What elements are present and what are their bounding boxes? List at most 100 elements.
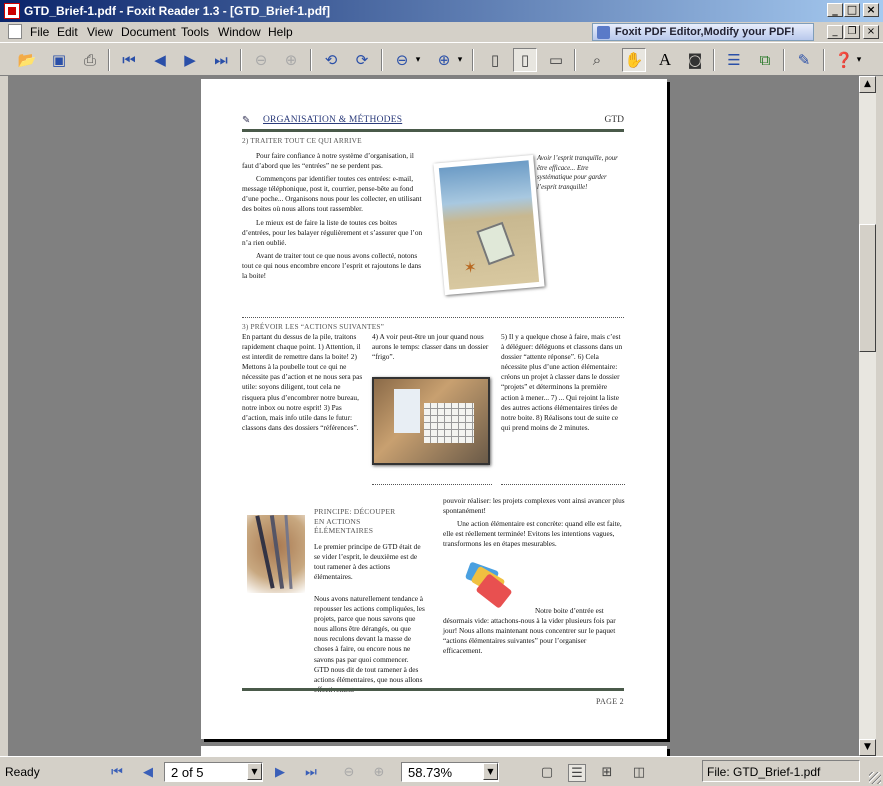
paragraph: Nous avons naturellement tendance à repo… [314, 594, 425, 694]
paragraph: Avant de traiter tout ce que nous avons … [242, 250, 422, 281]
principle-text: Le premier principe de GTD était de se v… [314, 542, 421, 582]
save-icon[interactable]: ▣ [47, 48, 71, 72]
zoom-in-icon[interactable]: ⊕ [432, 48, 456, 72]
zoom-combo[interactable]: 58.73% ▼ [401, 762, 499, 782]
last-page-icon[interactable]: ⏭ [209, 48, 233, 72]
paragraph: Notre boite d’entrée est désormais vide:… [443, 606, 616, 656]
menu-tools[interactable]: Tools [181, 25, 209, 39]
window-title: GTD_Brief-1.pdf - Foxit Reader 1.3 - [GT… [24, 4, 331, 18]
last-page-icon[interactable]: ⏭ [302, 764, 320, 782]
doc-close-button[interactable]: × [863, 25, 879, 39]
scroll-down-icon[interactable]: ▼ [859, 739, 876, 756]
actual-size-icon[interactable]: ▯ [483, 48, 507, 72]
separator [240, 49, 242, 71]
heading-principe: PRINCIPE: DÉCOUPER EN ACTIONS ÉLÉMENTAIR… [314, 507, 396, 535]
annotate-icon[interactable]: ✎ [792, 48, 816, 72]
help-icon[interactable]: ❓ [832, 48, 856, 72]
separator [472, 49, 474, 71]
page-header: ✎ ORGANISATION & MÉTHODES GTD [242, 111, 624, 131]
fit-width-icon[interactable]: ▭ [544, 48, 568, 72]
single-page-icon[interactable]: ▢ [538, 764, 556, 782]
next-page-icon[interactable]: ▶ [178, 48, 202, 72]
heading-prevoir: 3) PRÉVOIR LES “ACTIONS SUIVANTES” [242, 322, 385, 331]
toolbar: 📂 ▣ ⎙ ⏮ ◀ ▶ ⏭ ⊖ ⊕ ⟲ ⟳ ⊖ ▾ ⊕ ▾ ▯ ▯ ▭ ⌕ ✋ … [0, 42, 883, 76]
hand-icon[interactable]: ✋ [622, 48, 646, 72]
doc-restore-button[interactable]: ❐ [844, 25, 860, 39]
help-dropdown-icon[interactable]: ▾ [854, 48, 864, 72]
menu-document[interactable]: Document [121, 25, 176, 39]
notepad-image [394, 389, 420, 433]
ad-banner[interactable]: Foxit PDF Editor,Modify your PDF! [592, 23, 814, 41]
divider [501, 484, 625, 485]
menu-window[interactable]: Window [218, 25, 261, 39]
starfish-icon: ✶ [462, 259, 478, 278]
continuous-facing-icon[interactable]: ◫ [630, 764, 648, 782]
menu-view[interactable]: View [87, 25, 113, 39]
prev-page-icon[interactable]: ◀ [139, 764, 157, 782]
pda-image [476, 221, 515, 266]
menu-edit[interactable]: Edit [57, 25, 78, 39]
zoom-out-dropdown-icon[interactable]: ▾ [413, 48, 423, 72]
rotate-left-icon[interactable]: ⟲ [319, 48, 343, 72]
divider [372, 484, 492, 485]
calendar-photo [372, 377, 490, 465]
paragraph: Une action élémentaire est concrète: qua… [443, 519, 622, 549]
zoom-in-dropdown-icon[interactable]: ▾ [455, 48, 465, 72]
select-text-icon[interactable]: A [653, 48, 677, 72]
close-button[interactable]: × [863, 3, 879, 17]
prev-page-icon[interactable]: ◀ [148, 48, 172, 72]
section-title: ORGANISATION & MÉTHODES [263, 115, 403, 125]
separator [823, 49, 825, 71]
facing-icon[interactable]: ⊞ [598, 764, 616, 782]
beach-image: ✶ [438, 160, 540, 290]
forward-icon[interactable]: ⊕ [279, 48, 303, 72]
maximize-button[interactable]: □ [844, 3, 860, 17]
pen-icon: ✎ [242, 115, 251, 126]
zoom-out-icon[interactable]: ⊖ [390, 48, 414, 72]
open-icon[interactable]: 📂 [15, 48, 39, 72]
calendar-image [374, 379, 488, 463]
back-icon[interactable]: ⊖ [249, 48, 273, 72]
doc-minimize-button[interactable]: _ [827, 25, 843, 39]
snapshot-icon[interactable]: ◙ [683, 48, 707, 72]
chevron-down-icon[interactable]: ▼ [247, 763, 262, 780]
thumbnails-icon[interactable]: ⧉ [753, 48, 777, 72]
print-icon[interactable]: ⎙ [78, 48, 102, 72]
status-text: Ready [5, 765, 40, 779]
menu-help[interactable]: Help [268, 25, 293, 39]
rotate-right-icon[interactable]: ⟳ [350, 48, 374, 72]
header-rule [242, 129, 624, 132]
minimize-button[interactable]: _ [827, 3, 843, 17]
scroll-thumb[interactable] [859, 224, 876, 352]
find-icon[interactable]: ⌕ [585, 48, 609, 72]
pdf-page: ✎ ORGANISATION & MÉTHODES GTD 2) TRAITER… [201, 79, 667, 739]
heading-traiter: 2) TRAITER TOUT CE QUI ARRIVE [242, 136, 362, 145]
separator [783, 49, 785, 71]
continuous-icon[interactable]: ☰ [568, 764, 586, 782]
chevron-down-icon[interactable]: ▼ [483, 763, 498, 780]
fit-page-icon[interactable]: ▯ [513, 48, 537, 72]
first-page-icon[interactable]: ⏮ [108, 764, 126, 782]
separator [310, 49, 312, 71]
bookmarks-icon[interactable]: ☰ [722, 48, 746, 72]
quote-text: Avoir l’esprit tranquille, pour être eff… [537, 155, 618, 191]
ad-text: Foxit PDF Editor,Modify your PDF! [615, 26, 795, 38]
paragraph: Le mieux est de faire la liste de toutes… [242, 217, 423, 247]
separator [108, 49, 110, 71]
first-page-icon[interactable]: ⏮ [117, 48, 141, 72]
page-number-combo[interactable]: 2 of 5 ▼ [164, 762, 263, 782]
page-number: PAGE 2 [596, 697, 624, 706]
scroll-up-icon[interactable]: ▲ [859, 76, 876, 93]
back-icon[interactable]: ⊖ [340, 764, 358, 782]
resize-grip[interactable] [869, 772, 881, 784]
paragraph: Commençons par identifier toutes ces ent… [242, 174, 422, 214]
document-canvas[interactable]: ✎ ORGANISATION & MÉTHODES GTD 2) TRAITER… [8, 76, 859, 756]
menu-file[interactable]: File [30, 25, 49, 39]
next-pdf-page [201, 746, 667, 756]
forward-icon[interactable]: ⊕ [370, 764, 388, 782]
file-name-box: File: GTD_Brief-1.pdf [702, 760, 860, 782]
calendar-grid-image [424, 403, 474, 443]
next-page-icon[interactable]: ▶ [271, 764, 289, 782]
vertical-scrollbar[interactable]: ▲ ▼ [859, 76, 876, 756]
divider [242, 317, 624, 318]
